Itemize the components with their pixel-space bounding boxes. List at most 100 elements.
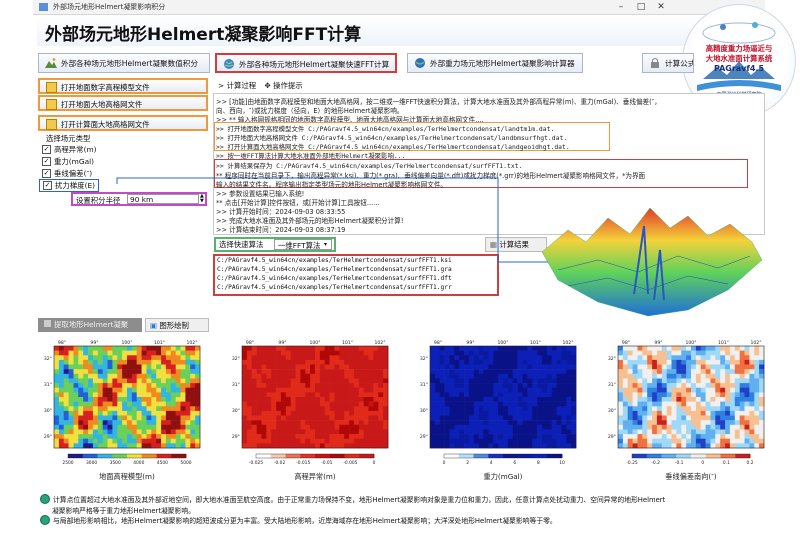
map-cell — [647, 378, 653, 384]
map-cell — [156, 401, 162, 407]
map-cell — [358, 438, 364, 444]
map-cell — [73, 420, 79, 426]
map-cell — [546, 346, 552, 351]
module-fft-button[interactable]: 外部各种场元地形Helmert凝聚快速FFT计算 — [215, 53, 397, 73]
map-cell — [661, 346, 667, 351]
map-cell — [195, 420, 201, 426]
map-cell — [464, 434, 470, 439]
map-cell — [329, 350, 335, 356]
op-hint-tab[interactable]: 操作提示 — [273, 81, 303, 90]
module-numerical-integration-button[interactable]: 外部各种场元地形Helmert凝聚数值积分 — [38, 53, 210, 73]
calc-icon: ▦ — [490, 240, 497, 249]
map-cell — [691, 355, 697, 361]
map-cell — [647, 429, 653, 435]
close-button[interactable]: ✕ — [653, 1, 669, 13]
map-cell — [715, 397, 721, 402]
map-cell — [127, 401, 133, 407]
map-cell — [622, 415, 629, 421]
output-files-list[interactable]: C:/PAGravf4.5_win64cn/examples/TerHelmer… — [213, 254, 499, 296]
map-cell — [363, 387, 369, 393]
map-cell — [242, 369, 248, 375]
map-cell — [430, 438, 436, 444]
lon-tick: 100° — [685, 340, 696, 346]
map-cell — [261, 397, 267, 402]
chevron-down-icon[interactable]: ▾ — [324, 239, 327, 250]
map-cell — [700, 443, 706, 449]
map-cell — [175, 434, 181, 439]
map-cell — [618, 410, 624, 416]
check-label: 重力(mGal) — [54, 157, 95, 166]
map-cell — [68, 429, 74, 435]
map-cell — [478, 355, 484, 361]
lat-tick: 30° — [232, 408, 240, 414]
lon-tick: 99° — [654, 340, 662, 346]
map-cell — [652, 369, 658, 375]
map-cell — [647, 415, 653, 421]
map-cell — [666, 355, 672, 361]
map-cell — [315, 424, 321, 430]
mountain-icon — [45, 57, 57, 69]
map-cell — [324, 434, 330, 439]
map-cell — [503, 387, 509, 393]
map-cell — [464, 401, 470, 407]
map-caption: 地面高程模型(m) — [99, 472, 155, 481]
map-cell — [180, 438, 186, 444]
map-cell — [88, 355, 94, 361]
map-cell — [488, 387, 494, 393]
open-height-grid-button[interactable]: 打开地面大地高格网文件 — [38, 95, 208, 111]
map-cell — [715, 369, 721, 375]
open-calc-grid-button[interactable]: 打开计算面大地高格网文件 — [38, 115, 208, 131]
minimize-button[interactable]: – — [613, 1, 629, 13]
map-cell — [517, 392, 523, 398]
map-cell — [97, 378, 103, 384]
map-cell — [266, 373, 272, 379]
map-cell — [430, 443, 436, 449]
map-cell — [112, 369, 118, 375]
check-gravity[interactable]: ✓ 重力(mGal) — [42, 156, 94, 167]
map-cell — [141, 383, 147, 388]
map-cell — [195, 434, 201, 439]
map-cell — [744, 355, 750, 361]
map-cell — [527, 378, 533, 384]
map-cell — [642, 415, 648, 421]
map-cell — [556, 429, 562, 435]
map-cell — [686, 383, 692, 388]
map-cell — [117, 392, 123, 398]
maximize-button[interactable]: □ — [633, 1, 649, 13]
bullet-icon — [40, 494, 50, 504]
map-cell — [261, 373, 267, 379]
spinner-icon[interactable]: ▲ ▼ — [200, 194, 204, 204]
calc-process-tab[interactable]: 计算过程 — [227, 81, 257, 90]
map-cell — [315, 401, 321, 407]
check-height-anomaly[interactable]: ✓ 高程异常(m) — [42, 144, 97, 155]
map-cell — [434, 392, 441, 398]
check-gradient[interactable]: ✓ 扰力梯度(E) — [39, 179, 99, 192]
map-cell — [622, 346, 629, 351]
extract-button[interactable]: 提取地形Helmert凝聚 — [38, 318, 142, 332]
plot-button[interactable]: ▣ 图形绘制 — [145, 318, 209, 332]
map-cell — [503, 410, 509, 416]
open-dem-button[interactable]: 打开地面数字高程模型文件 — [38, 78, 208, 94]
map-cell — [78, 392, 84, 398]
map-cell — [527, 424, 533, 430]
map-cell — [127, 355, 133, 361]
check-deflection[interactable]: ✓ 垂线偏差(″) — [42, 168, 92, 179]
map-cell — [127, 346, 133, 351]
map-cell — [691, 410, 697, 416]
map-cell — [754, 397, 760, 402]
map-cell — [290, 364, 296, 370]
map-cell — [637, 415, 643, 421]
notes: 计算点位置超过大地水准面及其外部近地空间，即大地水准面至航空高度。由于正常重力场… — [40, 494, 770, 526]
module-calculator-button[interactable]: 外部重力场元地形Helmert凝聚影响计算器 — [407, 53, 583, 73]
radius-input[interactable]: 90 km — [127, 194, 199, 204]
map-cell — [652, 401, 658, 407]
map-cell — [686, 420, 692, 426]
map-cell — [642, 355, 648, 361]
map-cell — [632, 438, 638, 444]
map-cell — [280, 383, 287, 388]
map-cell — [507, 397, 514, 402]
map-cell — [561, 429, 567, 435]
map-cell — [498, 406, 504, 412]
formula-button[interactable]: 计算公式 — [642, 53, 694, 73]
map-cell — [276, 434, 282, 439]
